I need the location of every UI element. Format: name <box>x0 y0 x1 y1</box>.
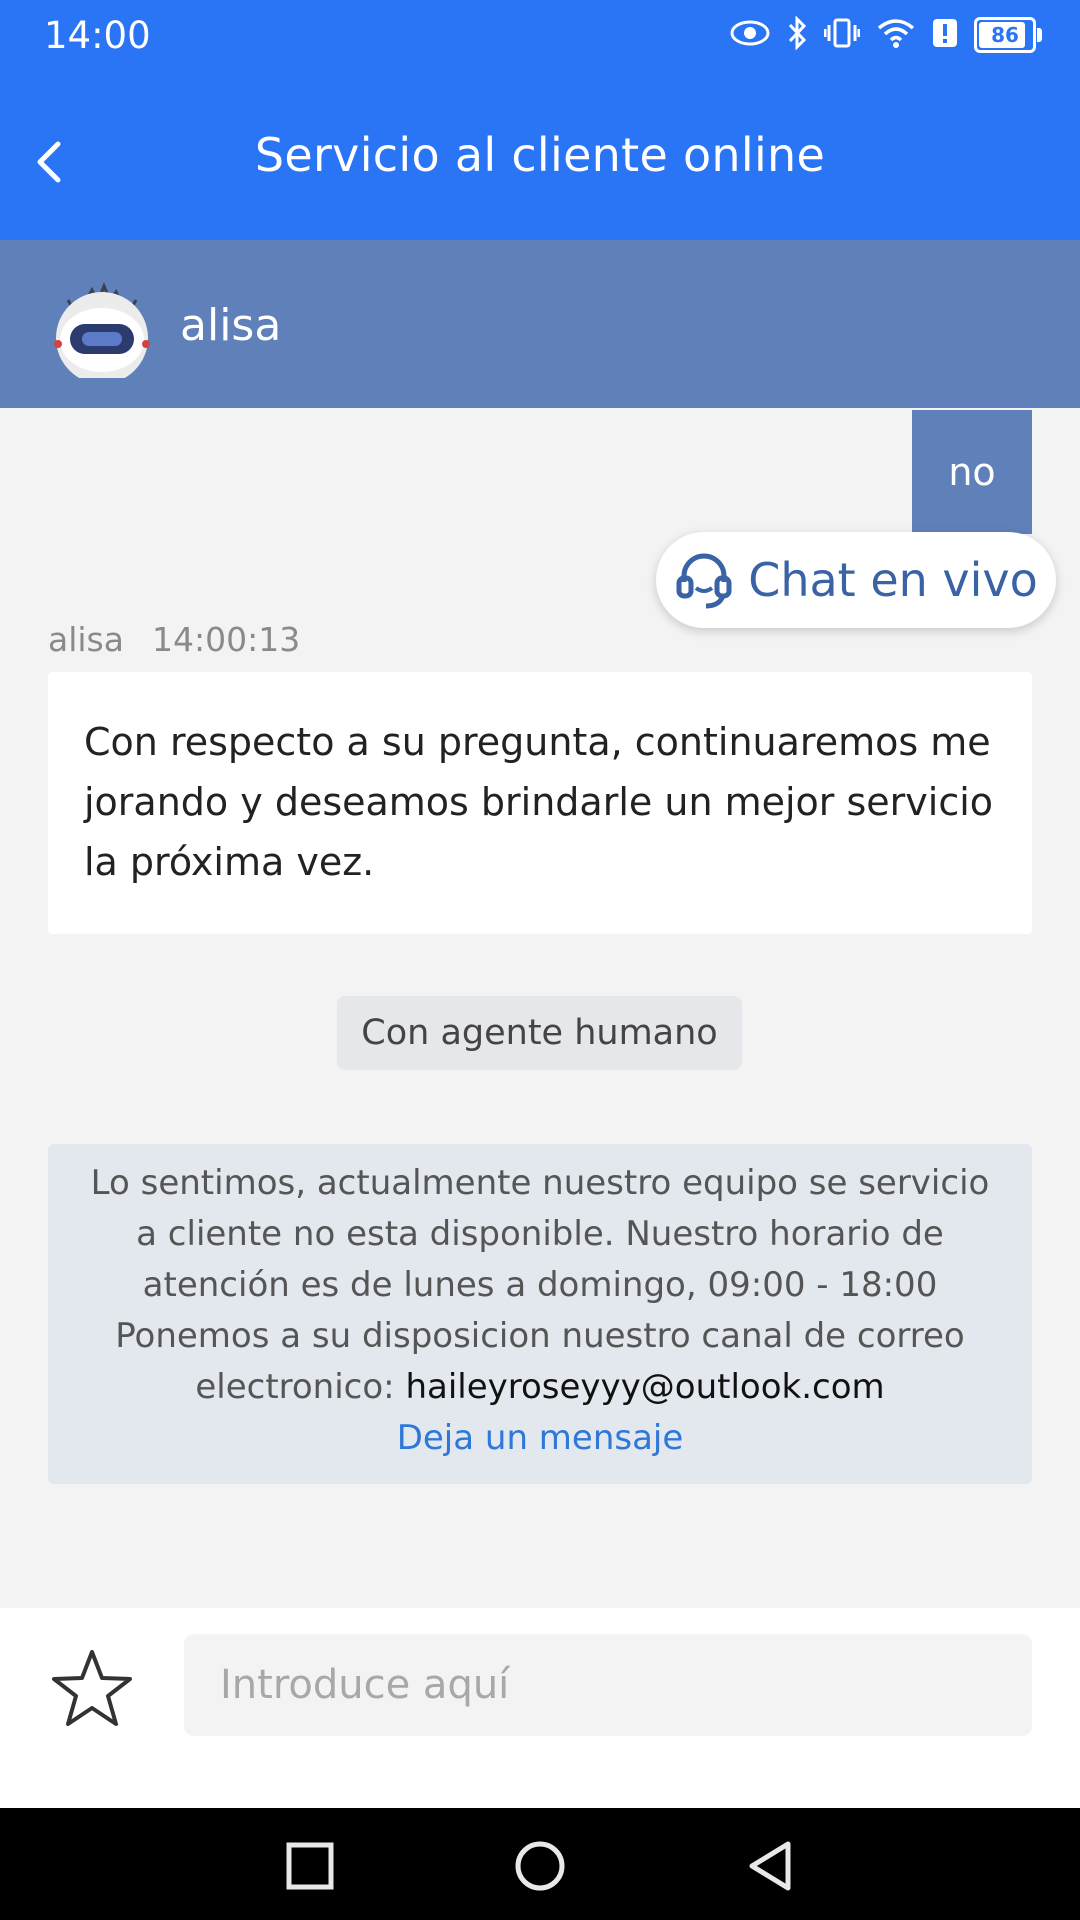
triangle-back-icon <box>749 1841 791 1891</box>
message-time: 14:00:13 <box>151 620 301 659</box>
page-title: Servicio al cliente online <box>254 128 826 182</box>
bluetooth-icon <box>786 15 808 54</box>
rate-button[interactable] <box>50 1646 134 1730</box>
user-message-bubble: no <box>912 410 1032 534</box>
support-email: haileyroseyyy@outlook.com <box>405 1367 885 1407</box>
message-meta: alisa 14:00:13 <box>48 620 300 659</box>
battery-level: 86 <box>991 23 1019 47</box>
circle-icon <box>515 1841 565 1891</box>
bot-sender: alisa <box>48 620 124 659</box>
home-button[interactable] <box>510 1836 570 1896</box>
eye-icon <box>730 19 770 51</box>
robot-avatar-icon <box>48 270 156 384</box>
app-header: Servicio al cliente online <box>0 76 1080 240</box>
live-chat-button[interactable]: Chat en vivo <box>656 532 1056 628</box>
battery-icon: 86 <box>974 17 1042 53</box>
wifi-icon <box>876 17 916 53</box>
unavailable-notice: Lo sentimos, actualmente nuestro equipo … <box>48 1144 1032 1484</box>
recent-apps-button[interactable] <box>280 1836 340 1896</box>
input-area <box>0 1608 1080 1808</box>
live-chat-label: Chat en vivo <box>748 553 1038 607</box>
alert-icon <box>932 17 958 53</box>
bot-message-text: Con respecto a su pregunta, continuaremo… <box>84 720 1018 884</box>
system-nav-bar <box>0 1808 1080 1920</box>
user-message-text: no <box>948 450 996 494</box>
headset-icon <box>676 553 732 609</box>
human-agent-button[interactable]: Con agente humano <box>337 996 742 1070</box>
message-input[interactable] <box>184 1634 1032 1736</box>
bot-message-bubble: Con respecto a su pregunta, continuaremo… <box>48 672 1032 934</box>
agent-bar: alisa <box>0 240 1080 408</box>
star-icon <box>52 1650 132 1726</box>
leave-message-link[interactable]: Deja un mensaje <box>78 1413 1002 1464</box>
back-nav-button[interactable] <box>740 1836 800 1896</box>
status-icons: 86 <box>730 15 1042 54</box>
status-bar: 14:00 86 <box>0 0 1080 76</box>
status-time: 14:00 <box>44 14 151 57</box>
vibrate-icon <box>823 17 861 53</box>
agent-name: alisa <box>180 300 282 351</box>
square-icon <box>286 1842 334 1890</box>
